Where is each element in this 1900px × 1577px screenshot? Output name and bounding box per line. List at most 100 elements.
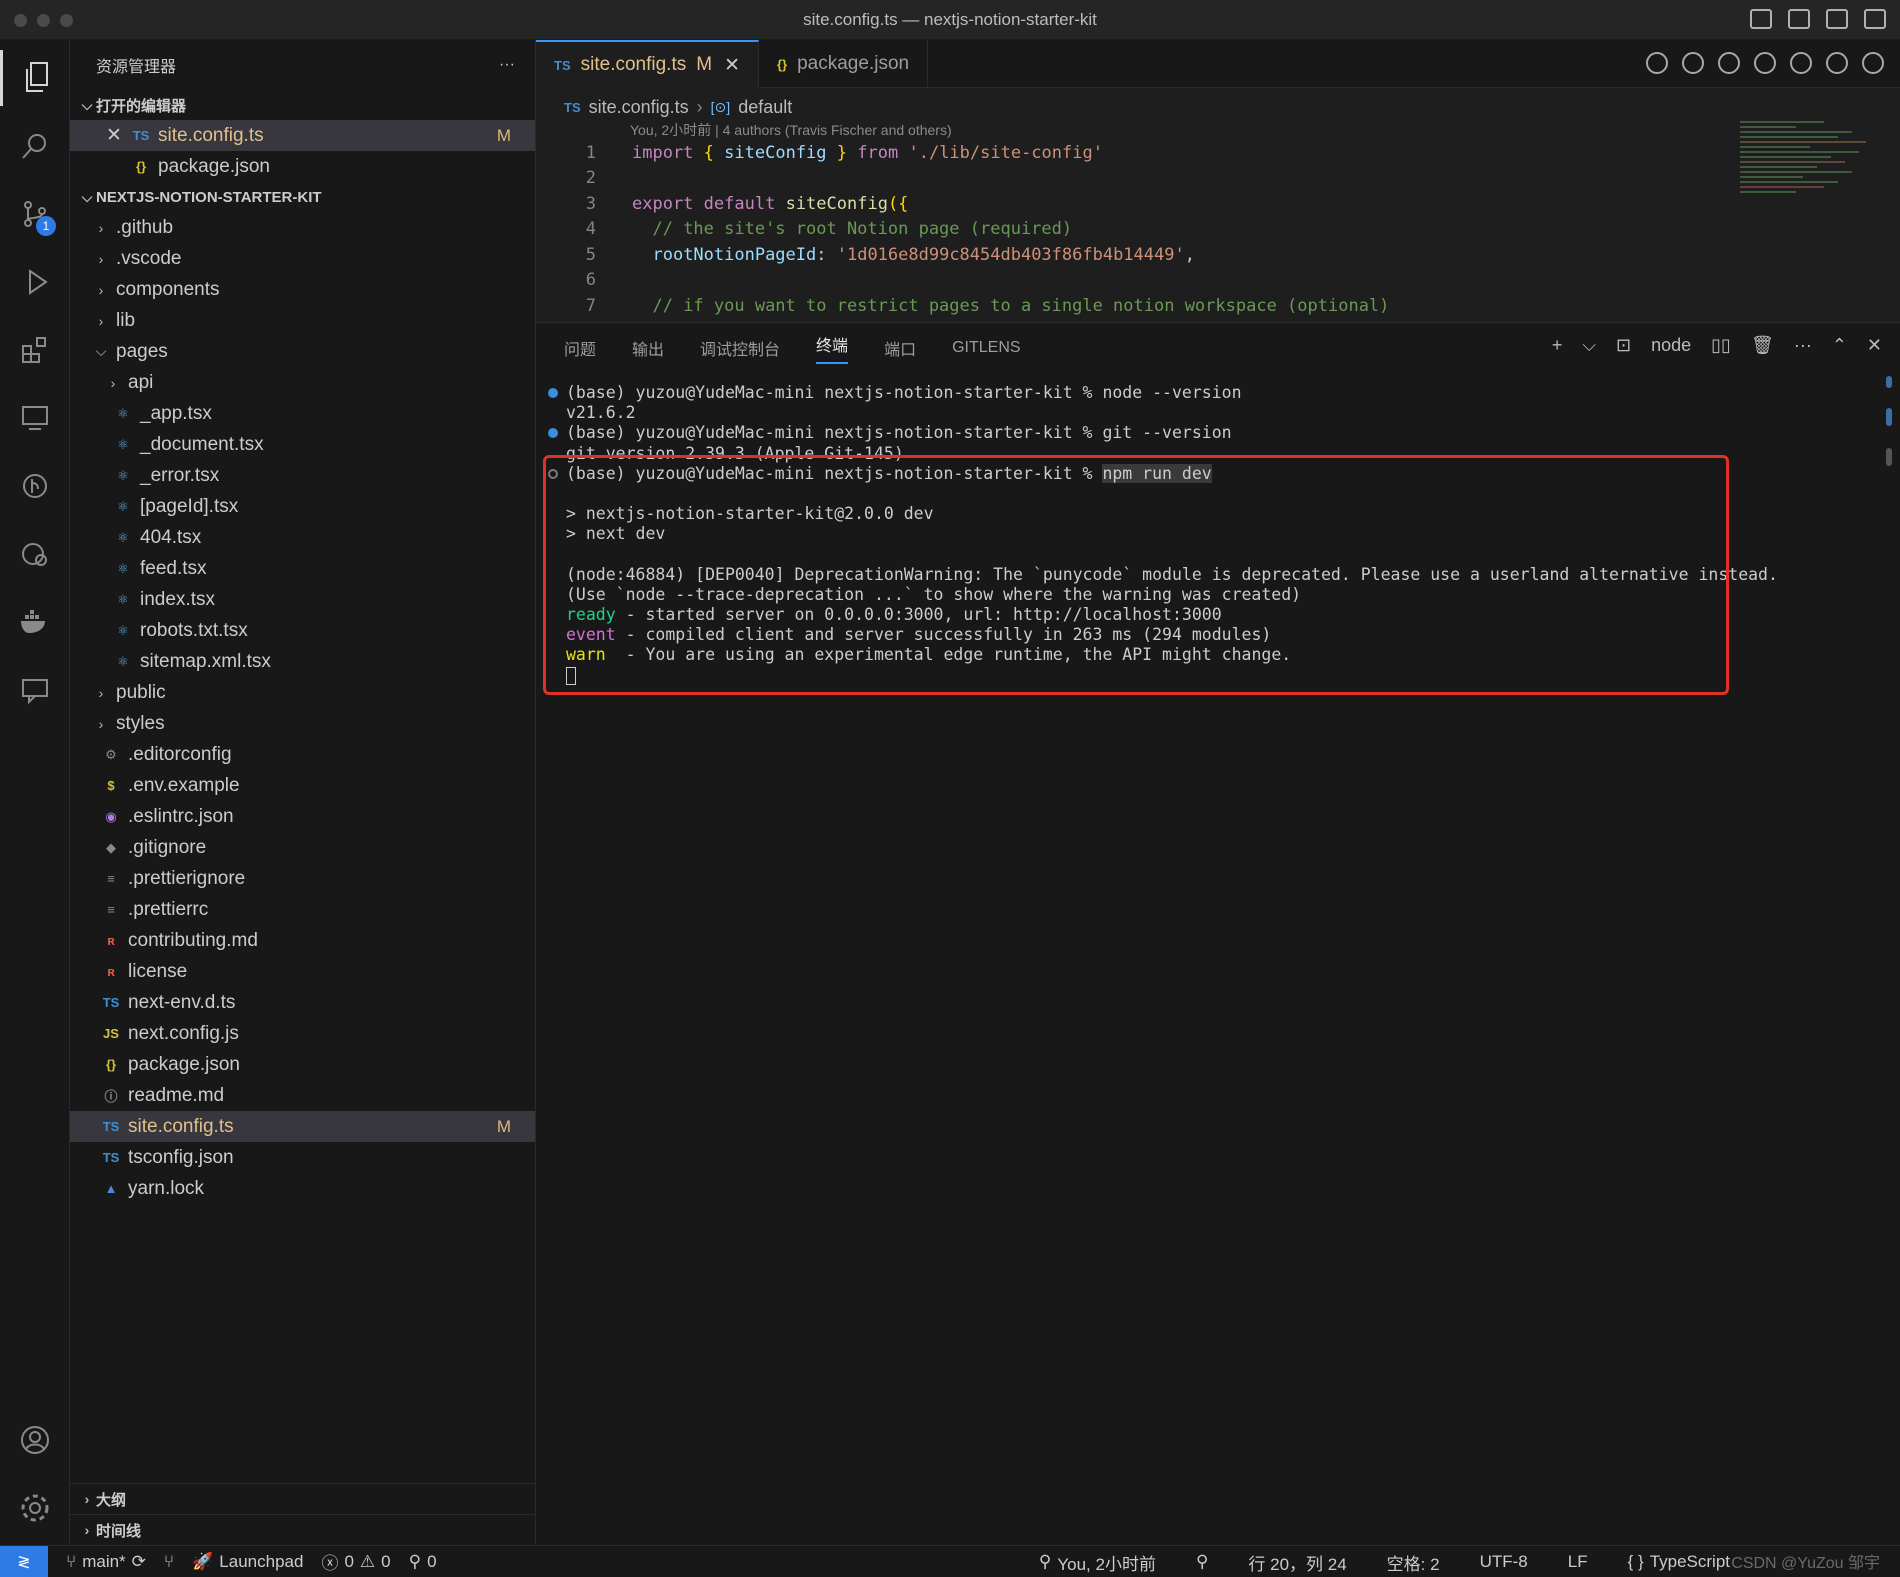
toggle-sidebar-icon[interactable] bbox=[1750, 9, 1772, 29]
open-editors-section[interactable]: ⌵ 打开的编辑器 bbox=[70, 90, 535, 120]
run-debug-icon[interactable] bbox=[0, 254, 70, 310]
customize-layout-icon[interactable] bbox=[1864, 9, 1886, 29]
encoding[interactable]: UTF-8 bbox=[1480, 1552, 1528, 1572]
file-item[interactable]: TS next-env.d.ts bbox=[70, 987, 535, 1018]
trash-icon[interactable]: 🗑 bbox=[1751, 335, 1774, 356]
git-graph-icon[interactable]: ⑂ bbox=[164, 1552, 174, 1572]
cursor-position[interactable]: 行 20，列 24 bbox=[1248, 1550, 1346, 1575]
blame-status[interactable]: ⚲ You, 2小时前 bbox=[1039, 1550, 1156, 1575]
zoom-icon[interactable]: ⚲ bbox=[1196, 1552, 1208, 1572]
open-editor-item[interactable]: ✕ TS site.config.ts M bbox=[70, 120, 535, 151]
file-item[interactable]: ⚛ _error.tsx bbox=[70, 460, 535, 491]
code-editor[interactable]: 1 import { siteConfig } from './lib/site… bbox=[536, 140, 1736, 319]
problems-indicator[interactable]: ⓧ 0 ⚠ 0 bbox=[321, 1549, 390, 1574]
compare-changes-icon[interactable] bbox=[1646, 52, 1668, 74]
breadcrumb-file[interactable]: site.config.ts bbox=[589, 97, 689, 118]
gitlens-inspect-icon[interactable] bbox=[0, 526, 70, 582]
chevron-down-icon[interactable]: ⌵ bbox=[1582, 335, 1596, 356]
file-item[interactable]: $ .env.example bbox=[70, 770, 535, 801]
project-section[interactable]: ⌵ NEXTJS-NOTION-STARTER-KIT bbox=[70, 182, 535, 212]
breadcrumb-symbol[interactable]: default bbox=[738, 97, 792, 118]
file-item[interactable]: ⚛ [pageId].tsx bbox=[70, 491, 535, 522]
more-actions-icon[interactable]: ··· bbox=[1794, 335, 1812, 356]
next-change-icon[interactable] bbox=[1754, 52, 1776, 74]
end-of-line[interactable]: LF bbox=[1568, 1552, 1588, 1572]
file-item[interactable]: ʀ license bbox=[70, 956, 535, 987]
launchpad-button[interactable]: 🚀 Launchpad bbox=[192, 1552, 303, 1572]
zoom-window-button[interactable] bbox=[60, 14, 73, 27]
tab-package-json[interactable]: {} package.json bbox=[759, 40, 929, 88]
folder-item[interactable]: › lib bbox=[70, 305, 535, 336]
file-item[interactable]: ⚛ feed.tsx bbox=[70, 553, 535, 584]
branch-indicator[interactable]: ⑂ main* ⟳ bbox=[66, 1552, 146, 1572]
tab-site-config[interactable]: TS site.config.ts M ✕ bbox=[536, 40, 759, 88]
folder-item[interactable]: ⌵ pages bbox=[70, 336, 535, 367]
file-item[interactable]: TS site.config.ts M bbox=[70, 1111, 535, 1142]
indentation[interactable]: 空格: 2 bbox=[1387, 1550, 1440, 1575]
close-icon[interactable]: ✕ bbox=[724, 54, 740, 77]
split-terminal-icon[interactable]: ▯▯ bbox=[1711, 335, 1731, 356]
file-item[interactable]: ⓘ readme.md bbox=[70, 1080, 535, 1111]
language-mode[interactable]: { } TypeScript bbox=[1628, 1552, 1730, 1572]
file-item[interactable]: ≡ .prettierignore bbox=[70, 863, 535, 894]
terminal-shell-label[interactable]: node bbox=[1651, 335, 1691, 356]
more-actions-icon[interactable]: ··· bbox=[499, 56, 515, 74]
ports-indicator[interactable]: ⚲ 0 bbox=[409, 1552, 437, 1572]
source-control-icon[interactable]: 1 bbox=[0, 186, 70, 242]
file-item[interactable]: ⚛ _document.tsx bbox=[70, 429, 535, 460]
toggle-panel-icon[interactable] bbox=[1788, 9, 1810, 29]
file-item[interactable]: ⚛ 404.tsx bbox=[70, 522, 535, 553]
previous-change-icon[interactable] bbox=[1718, 52, 1740, 74]
remote-indicator-icon[interactable]: ≷ bbox=[0, 1545, 48, 1577]
search-icon[interactable] bbox=[0, 118, 70, 174]
blame-annotation[interactable]: You, 2小时前 | 4 authors (Travis Fischer an… bbox=[630, 120, 952, 140]
new-terminal-icon[interactable]: + bbox=[1552, 335, 1563, 356]
outline-section[interactable]: › 大纲 bbox=[70, 1483, 536, 1514]
account-icon[interactable] bbox=[0, 1412, 70, 1468]
docker-icon[interactable] bbox=[0, 594, 70, 650]
file-item[interactable]: ⚙ .editorconfig bbox=[70, 739, 535, 770]
file-item[interactable]: ʀ contributing.md bbox=[70, 925, 535, 956]
file-item[interactable]: ◆ .gitignore bbox=[70, 832, 535, 863]
gitlens-icon[interactable] bbox=[0, 458, 70, 514]
folder-item[interactable]: › public bbox=[70, 677, 535, 708]
gitlens-blame-icon[interactable] bbox=[1790, 52, 1812, 74]
file-item[interactable]: TS tsconfig.json bbox=[70, 1142, 535, 1173]
file-item[interactable]: ⚛ _app.tsx bbox=[70, 398, 535, 429]
open-editor-item[interactable]: {} package.json bbox=[70, 151, 535, 182]
tab-ports[interactable]: 端口 bbox=[884, 336, 916, 360]
folder-item[interactable]: › styles bbox=[70, 708, 535, 739]
close-icon[interactable]: ✕ bbox=[106, 124, 130, 147]
file-item[interactable]: ≡ .prettierrc bbox=[70, 894, 535, 925]
editor-more-icon[interactable] bbox=[1862, 52, 1884, 74]
file-item[interactable]: ⚛ index.tsx bbox=[70, 584, 535, 615]
sync-icon[interactable]: ⟳ bbox=[132, 1552, 146, 1572]
terminal-scrollbar[interactable] bbox=[1886, 448, 1892, 466]
file-item[interactable]: ⚛ robots.txt.tsx bbox=[70, 615, 535, 646]
split-editor-icon[interactable] bbox=[1826, 52, 1848, 74]
tab-terminal[interactable]: 终端 bbox=[816, 332, 849, 364]
explorer-icon[interactable] bbox=[0, 50, 70, 106]
minimap[interactable] bbox=[1740, 118, 1880, 278]
close-panel-icon[interactable]: ✕ bbox=[1867, 335, 1882, 356]
toggle-secondary-sidebar-icon[interactable] bbox=[1826, 9, 1848, 29]
remote-explorer-icon[interactable] bbox=[0, 390, 70, 446]
tab-output[interactable]: 输出 bbox=[632, 336, 664, 360]
timeline-section[interactable]: › 时间线 bbox=[70, 1514, 536, 1545]
folder-item[interactable]: › .vscode bbox=[70, 243, 535, 274]
extensions-icon[interactable] bbox=[0, 322, 70, 378]
file-item[interactable]: ▲ yarn.lock bbox=[70, 1173, 535, 1204]
maximize-panel-icon[interactable]: ⌃ bbox=[1832, 335, 1847, 356]
file-item[interactable]: {} package.json bbox=[70, 1049, 535, 1080]
open-changes-icon[interactable] bbox=[1682, 52, 1704, 74]
file-item[interactable]: ⚛ sitemap.xml.tsx bbox=[70, 646, 535, 677]
window-controls[interactable] bbox=[14, 14, 73, 27]
folder-item[interactable]: › .github bbox=[70, 212, 535, 243]
comments-icon[interactable] bbox=[0, 662, 70, 718]
folder-item[interactable]: › api bbox=[70, 367, 535, 398]
minimize-window-button[interactable] bbox=[37, 14, 50, 27]
file-item[interactable]: ◉ .eslintrc.json bbox=[70, 801, 535, 832]
tab-gitlens[interactable]: GITLENS bbox=[952, 339, 1020, 357]
tab-debug-console[interactable]: 调试控制台 bbox=[700, 336, 780, 360]
file-item[interactable]: JS next.config.js bbox=[70, 1018, 535, 1049]
